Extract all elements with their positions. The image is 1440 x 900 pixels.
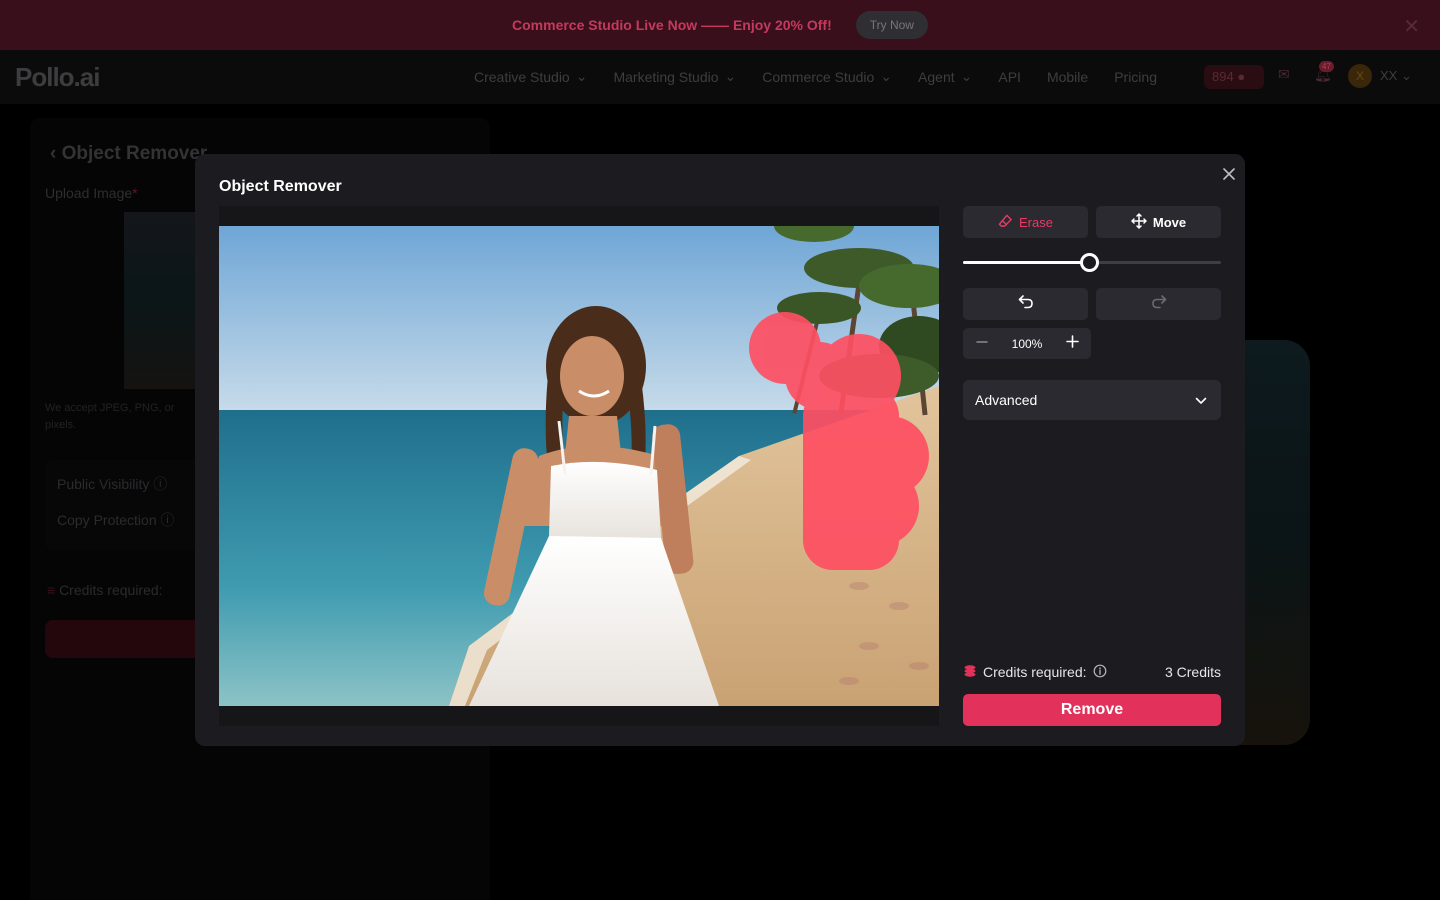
logo[interactable]: Pollo.ai — [15, 62, 100, 93]
nav-item-mobile[interactable]: Mobile — [1047, 68, 1088, 85]
user-name: XX — [1380, 68, 1398, 83]
upload-thumbnail[interactable] — [124, 212, 204, 389]
coin-stack-icon: ≡ — [47, 582, 56, 598]
screen: Commerce Studio Live Now —— Enjoy 20% Of… — [0, 0, 1440, 900]
avatar[interactable]: X — [1348, 64, 1372, 88]
upload-label: Upload Image* — [45, 185, 138, 201]
accept-hint-line: We accept JPEG, PNG, or — [45, 402, 175, 414]
close-icon[interactable] — [1217, 162, 1241, 186]
zoom-out-button[interactable] — [963, 328, 1001, 359]
move-tool-button[interactable]: Move — [1096, 206, 1221, 238]
accept-hint: We accept JPEG, PNG, or pixels. — [45, 400, 205, 434]
chevron-down-icon: ⌄ — [960, 68, 973, 84]
undo-button[interactable] — [963, 288, 1088, 320]
promo-banner: Commerce Studio Live Now —— Enjoy 20% Of… — [0, 0, 1440, 50]
upload-label-text: Upload Image — [45, 185, 133, 201]
chevron-down-icon — [1195, 392, 1207, 408]
copy-protection-text: Copy Protection — [57, 512, 157, 528]
remove-button[interactable]: Remove — [963, 694, 1221, 726]
credits-amount: 3 Credits — [1164, 664, 1221, 680]
preview-card — [1240, 340, 1310, 745]
plus-icon — [1065, 334, 1079, 353]
mail-icon[interactable]: ✉ — [1278, 66, 1296, 84]
object-remover-modal: Object Remover Erase Move 100% Advanced … — [195, 154, 1245, 746]
credits-label: Credits required: — [983, 664, 1087, 680]
back-arrow-icon[interactable]: ‹ — [50, 143, 56, 164]
nav-item-agent[interactable]: Agent ⌄ — [918, 68, 972, 85]
credits-pill[interactable]: 894 ● — [1204, 65, 1264, 89]
close-icon[interactable]: ✕ — [1403, 14, 1420, 39]
editor-canvas[interactable] — [219, 206, 939, 726]
required-mark: * — [132, 185, 138, 201]
nav-item-pricing[interactable]: Pricing — [1114, 68, 1157, 85]
chevron-down-icon: ⌄ — [724, 68, 737, 84]
coin-stack-icon — [963, 664, 977, 681]
zoom-level: 100% — [1011, 336, 1043, 351]
erase-tool-button[interactable]: Erase — [963, 206, 1088, 238]
nav-item-label: Marketing Studio — [613, 68, 719, 85]
advanced-label: Advanced — [975, 392, 1038, 408]
page-title-text: Object Remover — [61, 143, 208, 164]
credits-required-bg: ≡ Credits required: — [47, 582, 163, 598]
slider-fill — [963, 261, 1089, 264]
nav-item-marketing-studio[interactable]: Marketing Studio ⌄ — [613, 68, 736, 85]
chevron-down-icon: ⌄ — [880, 68, 893, 84]
erase-tool-label: Erase — [1019, 214, 1053, 230]
info-icon: ⓘ — [160, 512, 175, 528]
page-title: ‹ Object Remover — [50, 143, 207, 165]
public-visibility-label: Public Visibility ⓘ — [57, 474, 167, 494]
zoom-in-button[interactable] — [1053, 328, 1091, 359]
chevron-down-icon: ⌄ — [575, 68, 588, 84]
info-icon: ⓘ — [153, 476, 168, 492]
nav-item-api[interactable]: API — [998, 68, 1021, 85]
user-menu[interactable]: XX ⌄ — [1380, 68, 1412, 84]
zoom-control: 100% — [963, 328, 1091, 359]
credits-required-text: Credits required: — [59, 582, 163, 598]
coin-icon: ● — [1237, 69, 1246, 84]
public-visibility-text: Public Visibility — [57, 476, 150, 492]
redo-icon — [1151, 294, 1167, 314]
undo-icon — [1018, 294, 1034, 314]
credit-balance: 894 — [1212, 69, 1234, 84]
photo-illustration — [219, 226, 939, 706]
copy-protection-label: Copy Protection ⓘ — [57, 510, 175, 530]
eraser-icon — [998, 213, 1013, 231]
beach-photo[interactable] — [219, 226, 939, 706]
accept-hint-line: pixels. — [45, 419, 77, 431]
nav-item-creative-studio[interactable]: Creative Studio ⌄ — [474, 68, 587, 85]
modal-title: Object Remover — [219, 178, 342, 195]
nav-menu: Creative Studio ⌄ Marketing Studio ⌄ Comme… — [474, 68, 1157, 85]
nav-item-label: Agent — [918, 68, 955, 85]
credits-required: Credits required: 3 Credits — [963, 663, 1221, 681]
advanced-dropdown[interactable]: Advanced — [963, 380, 1221, 420]
redo-button[interactable] — [1096, 288, 1221, 320]
move-tool-label: Move — [1152, 214, 1187, 230]
top-nav: Pollo.ai Creative Studio ⌄ Marketing Stud… — [0, 50, 1440, 104]
info-icon[interactable] — [1093, 664, 1107, 681]
nav-item-label: Commerce Studio — [762, 68, 875, 85]
nav-item-commerce-studio[interactable]: Commerce Studio ⌄ — [762, 68, 892, 85]
move-icon — [1131, 212, 1147, 232]
try-now-button[interactable]: Try Now — [855, 11, 928, 39]
slider-thumb[interactable] — [1079, 253, 1099, 272]
generate-button-bg — [45, 620, 205, 658]
promo-text: Commerce Studio Live Now —— Enjoy 20% Of… — [512, 17, 832, 33]
nav-item-label: Creative Studio — [474, 68, 570, 85]
notification-badge: 47 — [1319, 61, 1334, 72]
minus-icon — [976, 335, 988, 353]
